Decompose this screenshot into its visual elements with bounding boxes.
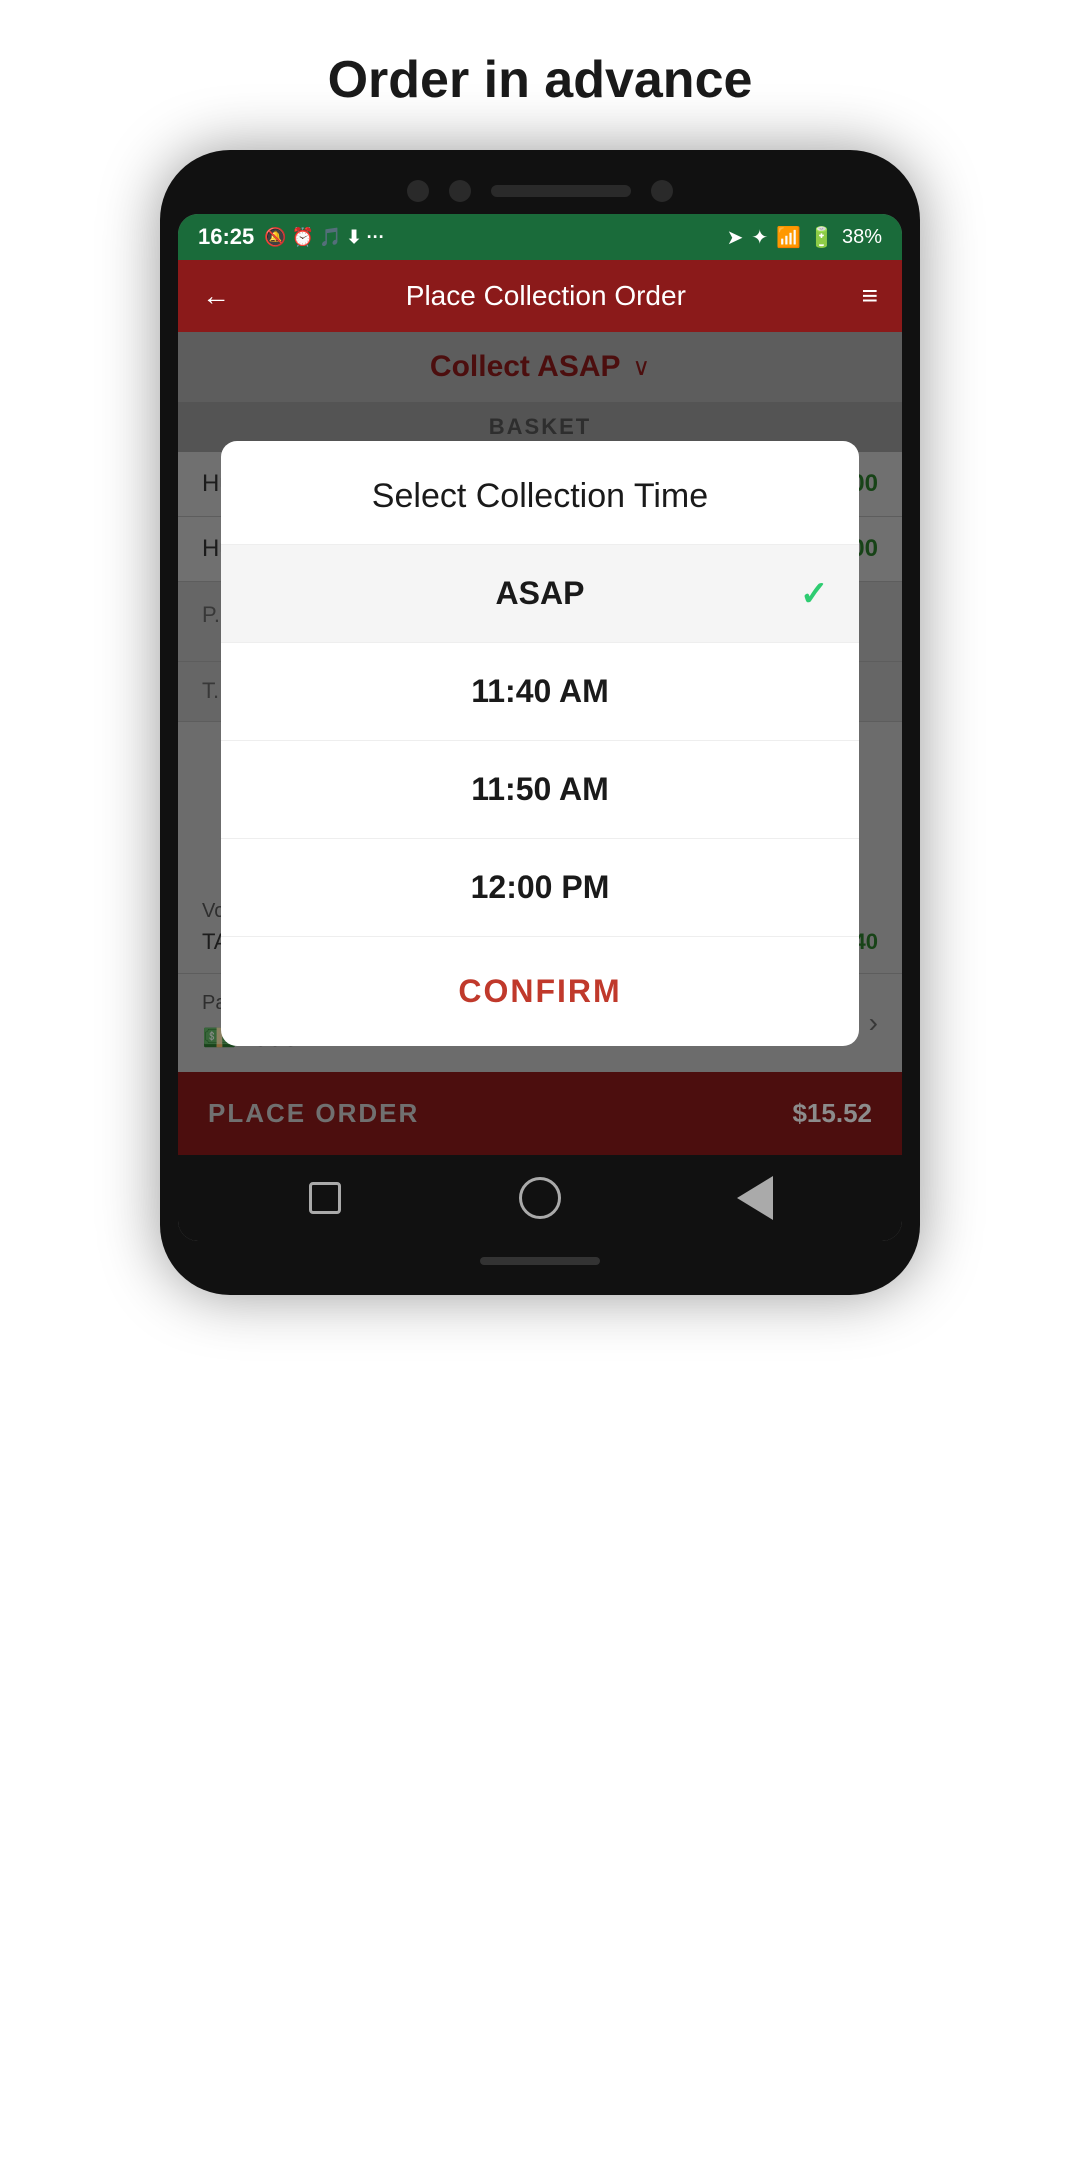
status-icons: 🔕 ⏰ 🎵 ⬇ ··· [264, 227, 384, 248]
camera-middle [449, 180, 471, 202]
back-button[interactable]: ← [202, 280, 230, 312]
back-icon [737, 1176, 773, 1220]
camera-left [407, 180, 429, 202]
time-option-1140[interactable]: 11:40 AM [221, 643, 858, 741]
time-option-1200-label: 12:00 PM [471, 869, 610, 906]
nav-back-button[interactable] [732, 1175, 778, 1221]
time-option-asap[interactable]: ASAP ✓ [221, 545, 858, 643]
nav-home-button[interactable] [517, 1175, 563, 1221]
signal-icon: 📶 [776, 225, 801, 250]
time-option-1150[interactable]: 11:50 AM [221, 741, 858, 839]
phone-screen: 16:25 🔕 ⏰ 🎵 ⬇ ··· ➤ ✦ 📶 🔋 38% ← Place Co… [178, 214, 902, 1241]
phone-bottom-bar [178, 1257, 902, 1265]
bottom-pill [480, 1257, 600, 1265]
recent-apps-icon [309, 1182, 341, 1214]
modal-overlay: Select Collection Time ASAP ✓ 11:40 AM 1… [178, 332, 902, 1155]
select-collection-time-modal: Select Collection Time ASAP ✓ 11:40 AM 1… [221, 441, 858, 1046]
status-right: ➤ ✦ 📶 🔋 38% [727, 225, 882, 250]
home-icon [519, 1177, 561, 1219]
menu-button[interactable]: ≡ [862, 280, 878, 312]
phone-frame: 16:25 🔕 ⏰ 🎵 ⬇ ··· ➤ ✦ 📶 🔋 38% ← Place Co… [160, 150, 920, 1295]
header-title: Place Collection Order [406, 280, 686, 312]
status-time: 16:25 🔕 ⏰ 🎵 ⬇ ··· [198, 224, 385, 250]
confirm-button[interactable]: CONFIRM [221, 937, 858, 1046]
nav-recent-apps-button[interactable] [302, 1175, 348, 1221]
phone-top [178, 180, 902, 202]
time-option-1150-label: 11:50 AM [471, 771, 609, 808]
app-header: ← Place Collection Order ≡ [178, 260, 902, 332]
bluetooth-icon: ✦ [751, 225, 768, 250]
page-title: Order in advance [328, 50, 753, 110]
location-icon: ➤ [727, 225, 744, 250]
status-bar: 16:25 🔕 ⏰ 🎵 ⬇ ··· ➤ ✦ 📶 🔋 38% [178, 214, 902, 260]
time-option-1140-label: 11:40 AM [471, 673, 609, 710]
time-option-1200[interactable]: 12:00 PM [221, 839, 858, 937]
time-option-asap-label: ASAP [496, 575, 585, 612]
camera-right [651, 180, 673, 202]
check-icon: ✓ [800, 574, 829, 614]
modal-title: Select Collection Time [221, 441, 858, 545]
battery-icon: 🔋 [809, 225, 834, 250]
speaker [491, 185, 631, 197]
bottom-nav [178, 1155, 902, 1241]
